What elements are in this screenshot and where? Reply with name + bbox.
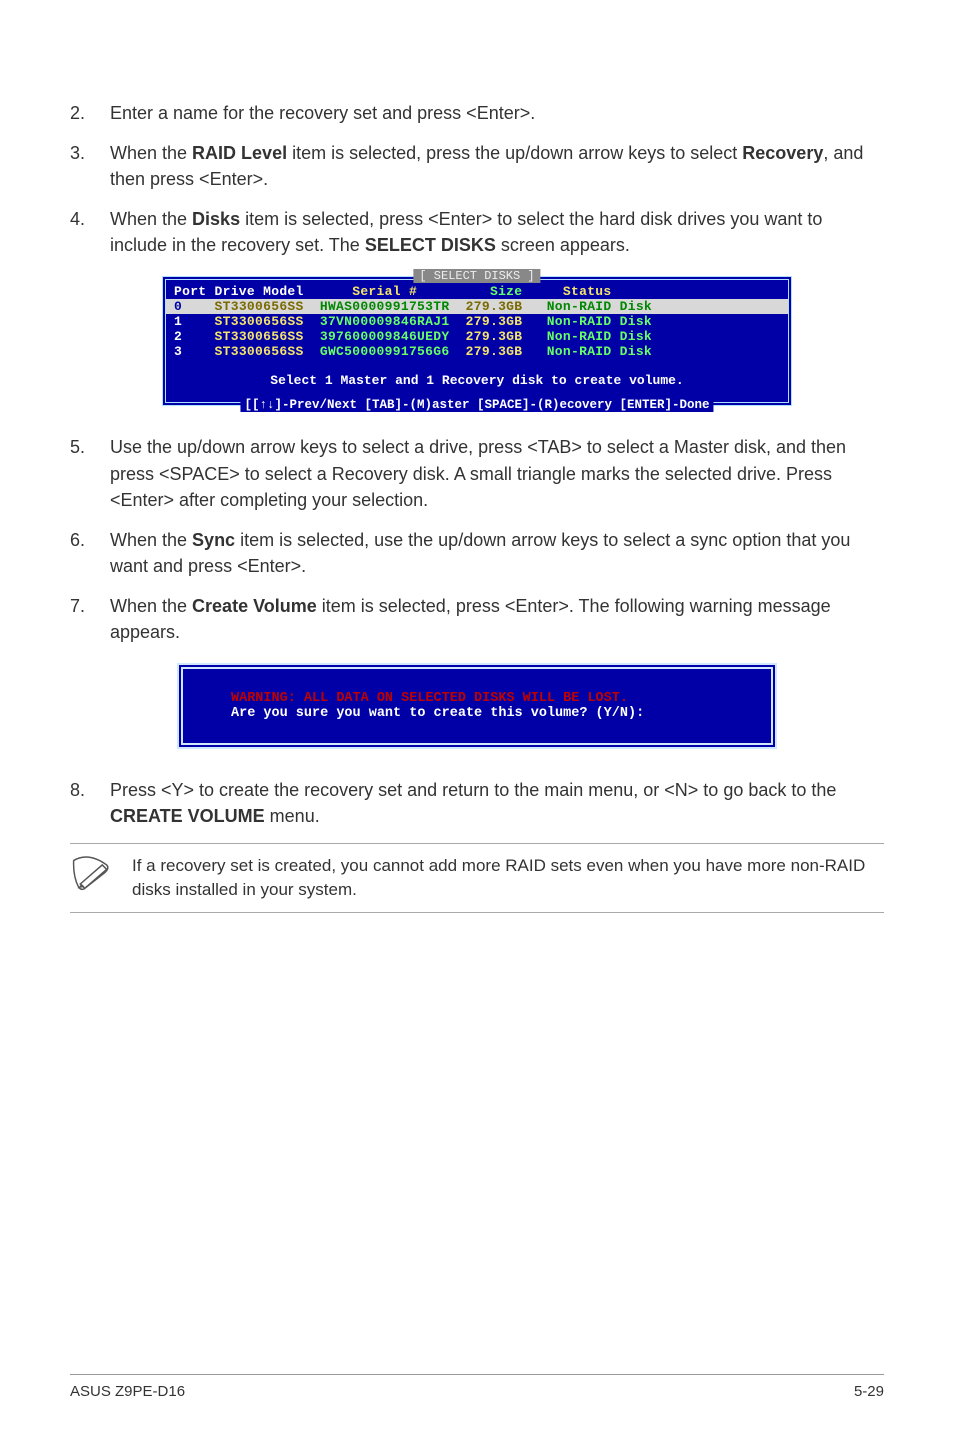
panel-title: [ SELECT DISKS ]	[413, 269, 540, 283]
confirm-prompt: Are you sure you want to create this vol…	[231, 706, 743, 721]
table-header: Port Drive Model Serial # Size Status	[174, 284, 780, 299]
warning-text: WARNING: ALL DATA ON SELECTED DISKS WILL…	[231, 691, 743, 706]
panel-footer-hint: [[↑↓]-Prev/Next [TAB]-(M)aster [SPACE]-(…	[240, 398, 713, 412]
instruction-list: 5. Use the up/down arrow keys to select …	[70, 434, 884, 645]
step-5: 5. Use the up/down arrow keys to select …	[70, 434, 884, 512]
step-number: 7.	[70, 593, 110, 645]
step-number: 3.	[70, 140, 110, 192]
table-row: 1 ST3300656SS 37VN00009846RAJ1 279.3GB N…	[174, 314, 780, 329]
table-row: 3 ST3300656SS GWC50000991756G6 279.3GB N…	[174, 344, 780, 359]
panel-message: Select 1 Master and 1 Recovery disk to c…	[174, 373, 780, 388]
step-8: 8. Press <Y> to create the recovery set …	[70, 777, 884, 829]
step-7: 7. When the Create Volume item is select…	[70, 593, 884, 645]
step-text: When the Sync item is selected, use the …	[110, 527, 884, 579]
step-text: Use the up/down arrow keys to select a d…	[110, 434, 884, 512]
panel-body: Port Drive Model Serial # Size Status 0 …	[166, 280, 788, 402]
step-number: 2.	[70, 100, 110, 126]
select-disks-panel: [ SELECT DISKS ] Port Drive Model Serial…	[162, 276, 792, 406]
page-footer: ASUS Z9PE-D16 5-29	[70, 1374, 884, 1400]
step-text: When the RAID Level item is selected, pr…	[110, 140, 884, 192]
step-number: 8.	[70, 777, 110, 829]
step-text: When the Create Volume item is selected,…	[110, 593, 884, 645]
footer-left: ASUS Z9PE-D16	[70, 1383, 185, 1400]
instruction-list: 8. Press <Y> to create the recovery set …	[70, 777, 884, 829]
instruction-list: 2. Enter a name for the recovery set and…	[70, 100, 884, 258]
note-text: If a recovery set is created, you cannot…	[132, 854, 884, 902]
step-number: 5.	[70, 434, 110, 512]
step-text: Press <Y> to create the recovery set and…	[110, 777, 884, 829]
step-3: 3. When the RAID Level item is selected,…	[70, 140, 884, 192]
step-6: 6. When the Sync item is selected, use t…	[70, 527, 884, 579]
note-icon	[70, 854, 114, 892]
table-row: 0 ST3300656SS HWAS0000991753TR 279.3GB N…	[174, 299, 780, 314]
step-number: 6.	[70, 527, 110, 579]
step-4: 4. When the Disks item is selected, pres…	[70, 206, 884, 258]
step-2: 2. Enter a name for the recovery set and…	[70, 100, 884, 126]
warning-dialog: WARNING: ALL DATA ON SELECTED DISKS WILL…	[177, 663, 777, 749]
step-text: When the Disks item is selected, press <…	[110, 206, 884, 258]
footer-right: 5-29	[854, 1383, 884, 1400]
step-text: Enter a name for the recovery set and pr…	[110, 100, 884, 126]
step-number: 4.	[70, 206, 110, 258]
table-row: 2 ST3300656SS 397600009846UEDY 279.3GB N…	[174, 329, 780, 344]
note-block: If a recovery set is created, you cannot…	[70, 843, 884, 913]
